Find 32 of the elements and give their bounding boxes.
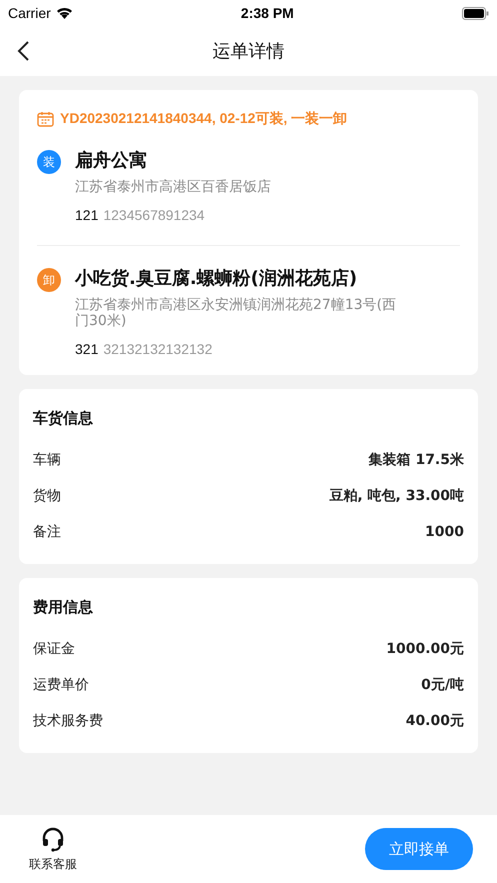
- back-icon[interactable]: [16, 40, 30, 62]
- info-label: 货物: [33, 487, 61, 506]
- stop-address: 江苏省泰州市高港区永安洲镇润洲花苑27幢13号(西门30米): [75, 298, 398, 330]
- wifi-icon: [56, 7, 73, 19]
- info-label: 技术服务费: [33, 712, 103, 730]
- status-time: 2:38 PM: [240, 5, 294, 21]
- info-label: 保证金: [33, 640, 75, 658]
- info-value: 1000.00元: [386, 640, 464, 658]
- info-value: 0元/吨: [421, 676, 464, 694]
- stop-name: 小吃货.臭豆腐.螺蛳粉(润洲花苑店): [75, 267, 358, 290]
- info-value: 豆粕, 吨包, 33.00吨: [329, 487, 464, 506]
- section-title: 车货信息: [33, 409, 94, 428]
- section-title: 费用信息: [33, 598, 94, 618]
- stop-badge: 卸: [37, 268, 61, 292]
- info-value: 集装箱 17.5米: [368, 451, 464, 470]
- stop-badge: 装: [37, 150, 61, 174]
- info-value: 40.00元: [406, 712, 464, 730]
- waybill-summary: YD20230212141840344, 02-12可装, 一装一卸: [60, 110, 348, 128]
- carrier-label: Carrier: [8, 5, 51, 21]
- stop-address: 江苏省泰州市高港区百香居饭店: [75, 180, 272, 196]
- calendar-icon: [37, 111, 54, 127]
- stop-name: 扁舟公寓: [75, 149, 148, 172]
- stop-contact: 121 1234567891234: [75, 207, 206, 224]
- info-label: 运费单价: [33, 676, 89, 694]
- info-label: 备注: [33, 523, 61, 542]
- customer-service-label[interactable]: 联系客服: [29, 856, 77, 872]
- page-title: 运单详情: [212, 40, 284, 63]
- info-value: 1000: [425, 524, 464, 540]
- stop-contact: 321 32132132132132: [75, 341, 214, 358]
- battery-icon: [462, 6, 489, 20]
- headset-icon[interactable]: [40, 826, 66, 852]
- info-label: 车辆: [33, 451, 61, 470]
